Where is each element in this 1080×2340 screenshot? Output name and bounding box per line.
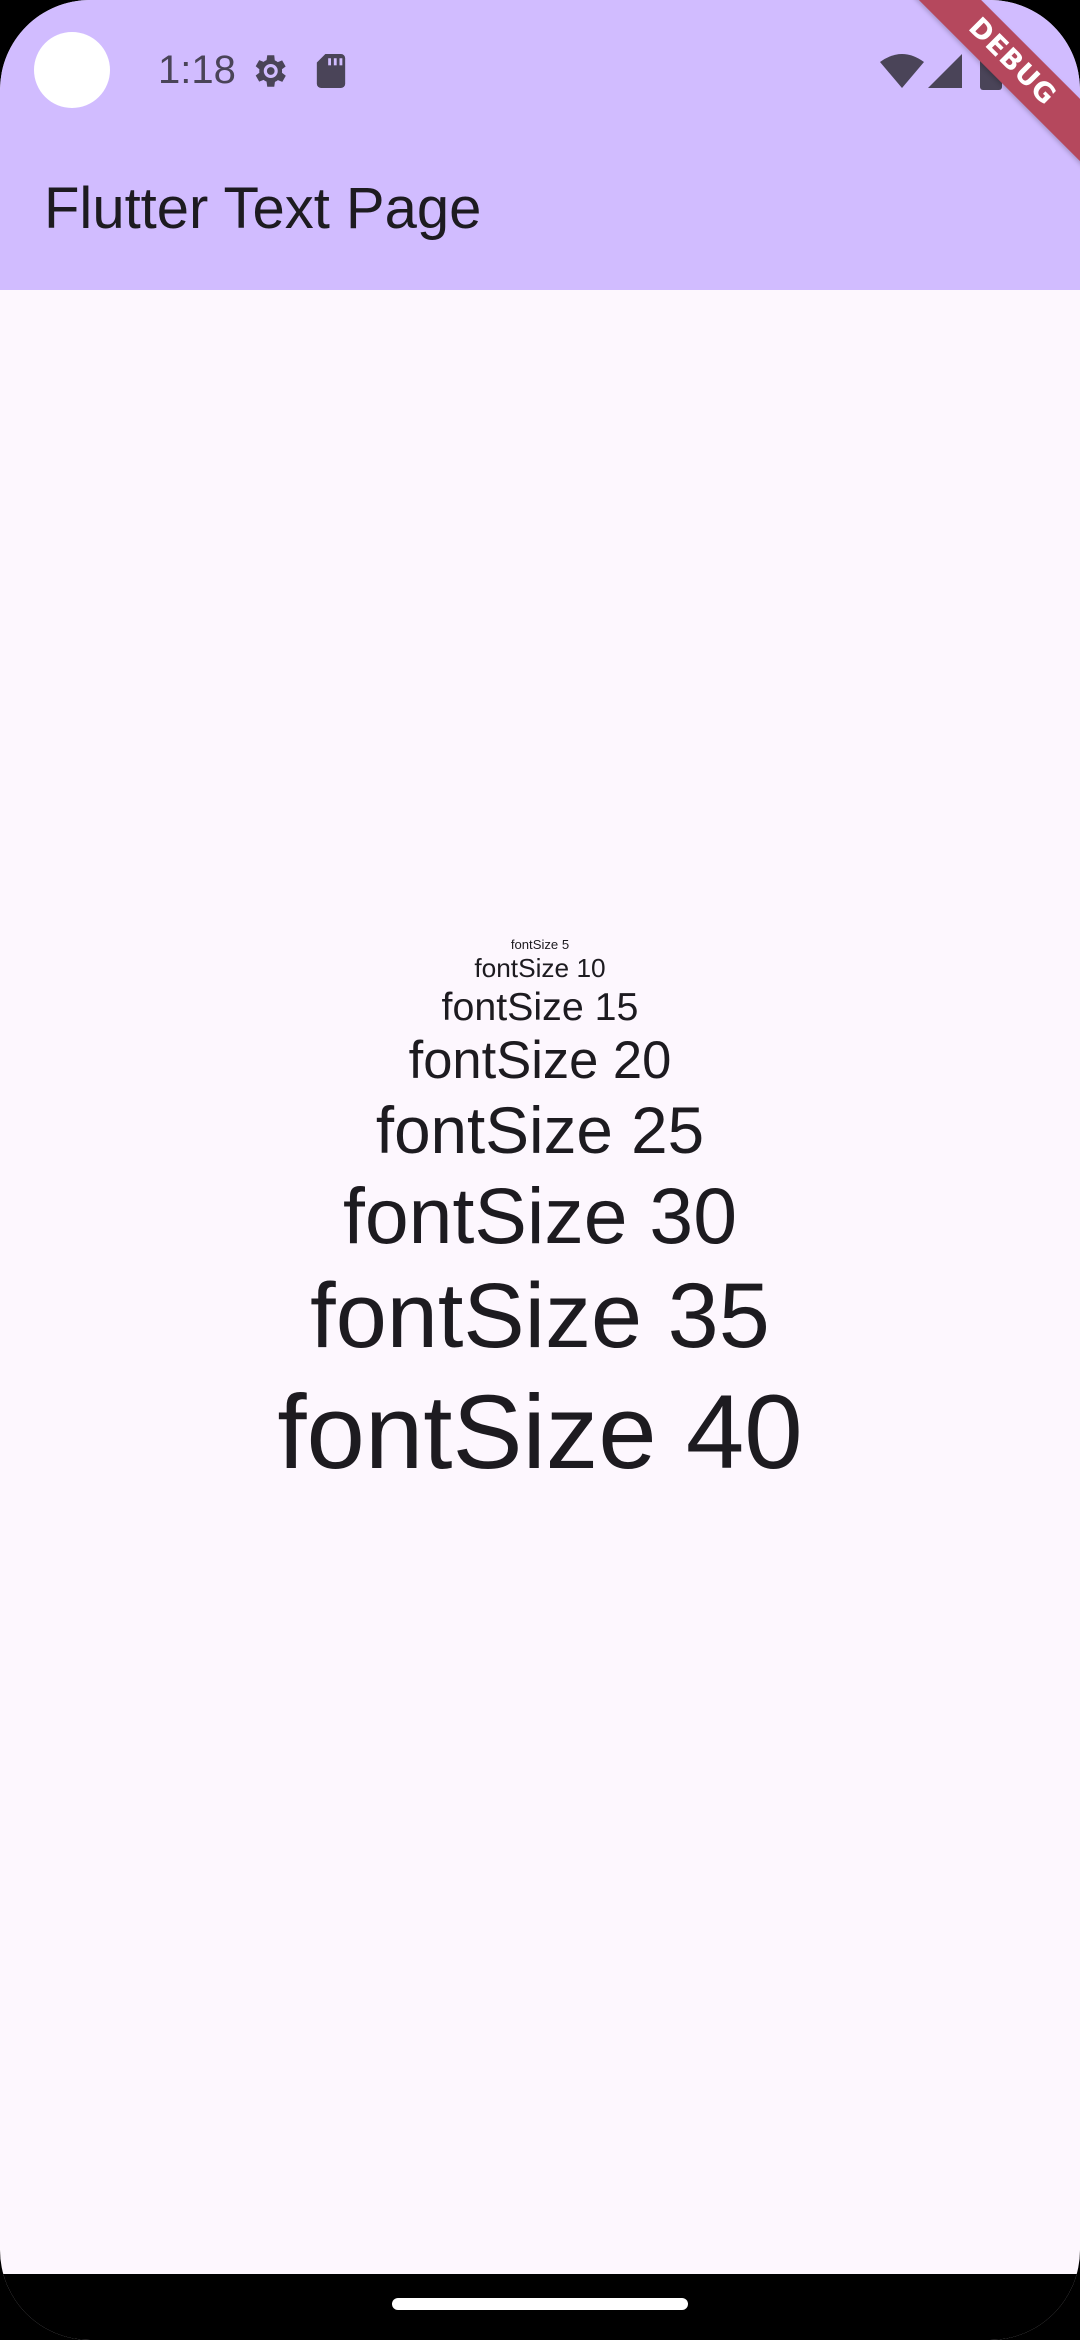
- gear-icon: [255, 55, 286, 87]
- phone-screen: 1:18 DEBUG Flutter Text Page fontSize 5 …: [0, 0, 1080, 2340]
- status-time: 1:18: [158, 48, 236, 92]
- app-bar: 1:18 DEBUG Flutter Text Page: [0, 0, 1080, 290]
- font-size-text-10: fontSize 10: [474, 952, 606, 983]
- font-size-text-15: fontSize 15: [441, 984, 639, 1029]
- home-gesture-handle[interactable]: [392, 2298, 688, 2310]
- font-size-text-20: fontSize 20: [408, 1031, 672, 1091]
- status-bar: 1:18: [0, 0, 1080, 140]
- sd-card-icon: [316, 54, 346, 88]
- signal-icon: [928, 54, 962, 88]
- content-area: fontSize 5 fontSize 10 fontSize 15 fontSize…: [0, 290, 1080, 2274]
- camera-cutout: [34, 32, 110, 108]
- wifi-icon: [880, 54, 924, 88]
- font-size-text-30: fontSize 30: [342, 1171, 737, 1260]
- page-title: Flutter Text Page: [44, 176, 482, 241]
- font-size-text-40: fontSize 40: [277, 1373, 803, 1491]
- font-size-text-35: fontSize 35: [310, 1265, 770, 1368]
- font-size-text-25: fontSize 25: [375, 1094, 705, 1168]
- font-size-list: fontSize 5 fontSize 10 fontSize 15 fontSize…: [277, 937, 802, 1495]
- font-size-text-5: fontSize 5: [510, 937, 570, 953]
